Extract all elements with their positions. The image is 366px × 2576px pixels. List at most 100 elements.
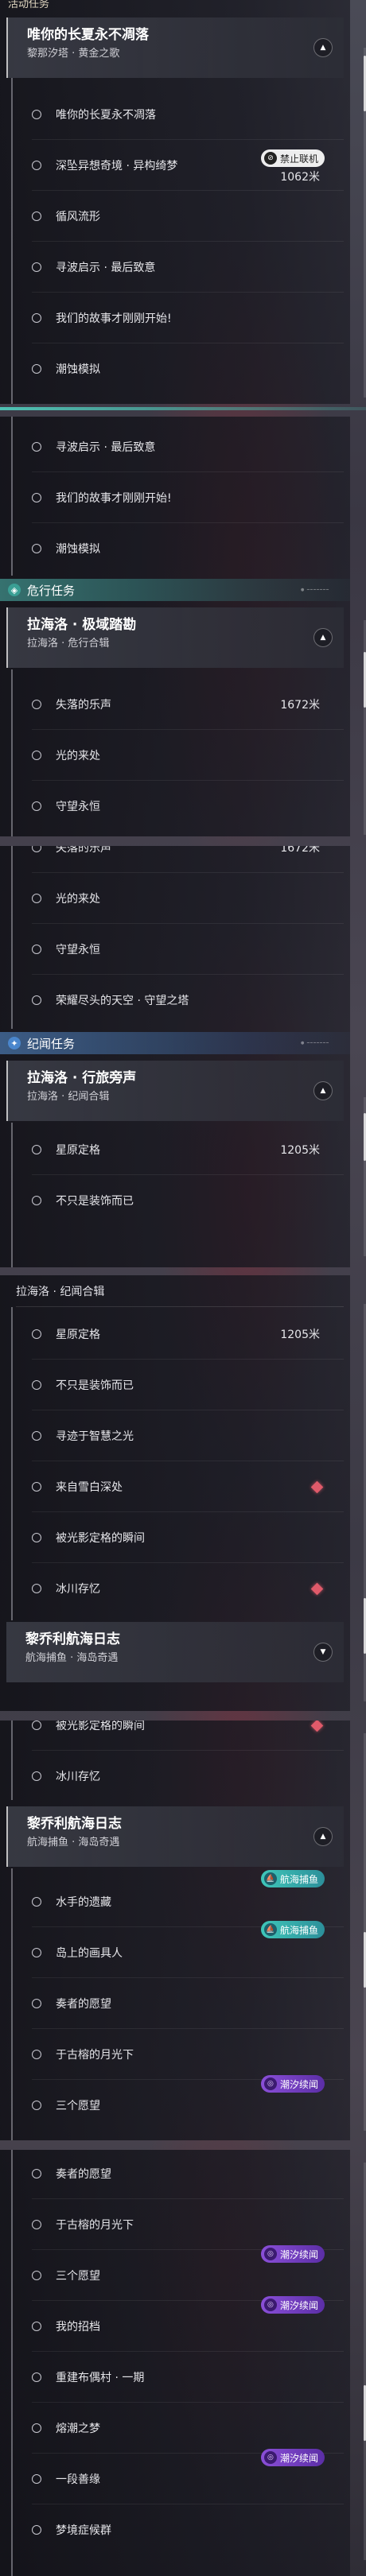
quest-item[interactable]: 潮蚀模拟 (16, 523, 344, 574)
alert-diamond-icon (310, 1582, 324, 1595)
quest-group-header[interactable]: 拉海洛 · 行旅旁声 拉海洛 · 纪闻合辑 ▲ (6, 1061, 344, 1121)
status-ring-icon (32, 1145, 41, 1154)
quest-item[interactable]: 我的招档 ◎ 潮汐续闻 (16, 2296, 344, 2352)
quest-label: 我们的故事才刚刚开始! (56, 492, 172, 505)
quest-item[interactable]: 一段善缘 ◎ 潮汐续闻 (16, 2449, 344, 2504)
quest-item[interactable]: 失落的乐声 1672米 (16, 679, 344, 730)
tree-line (11, 846, 13, 1029)
status-ring-icon (32, 1999, 41, 2008)
quest-group-header[interactable]: 唯你的长夏永不凋落 黎那汐塔 · 黄金之歌 ▲ (6, 17, 344, 78)
quest-group-header[interactable]: 黎乔利航海日志 航海捕鱼 · 海岛奇遇 ▲ (6, 1806, 344, 1867)
quest-item[interactable]: 守望永恒 (16, 924, 344, 975)
collapse-icon[interactable]: ▲ (313, 1827, 333, 1846)
distance: 1062米 (280, 171, 320, 184)
category-deco: ● ━━━━━━━ (300, 588, 329, 592)
quest-label: 三个愿望 (56, 2270, 100, 2283)
quest-item[interactable]: 三个愿望 ◎ 潮汐续闻 (16, 2245, 344, 2301)
quest-item[interactable]: 水手的遗藏 ⛵ 航海捕鱼 (16, 1870, 344, 1927)
status-ring-icon (32, 751, 41, 760)
quest-label: 荣耀尽头的天空 · 守望之塔 (56, 995, 189, 1007)
quest-item[interactable]: 我们的故事才刚刚开始! (16, 472, 344, 523)
quest-group-header[interactable]: 拉海洛 · 极域踏勘 拉海洛 · 危行合辑 ▲ (6, 607, 344, 668)
quest-item[interactable]: 被光影定格的瞬间 (16, 1512, 344, 1563)
quest-item[interactable]: 梦境症候群 (16, 2504, 344, 2555)
status-ring-icon (32, 1196, 41, 1205)
quest-item[interactable]: 于古榕的月光下 (16, 2029, 344, 2080)
quest-label: 守望永恒 (56, 801, 100, 813)
collapse-icon[interactable]: ▲ (313, 628, 333, 647)
quest-label: 光的来处 (56, 750, 100, 762)
quest-item[interactable]: 我们的故事才刚刚开始! (16, 293, 344, 343)
quest-label: 失落的乐声 (56, 846, 111, 855)
tree-line (11, 1307, 13, 1620)
tree-line (11, 78, 13, 404)
quest-item[interactable]: 星原定格 1205米 (16, 1124, 344, 1175)
quest-item[interactable]: 熔潮之梦 (16, 2403, 344, 2454)
quest-item[interactable]: 深坠异想奇境 · 异构绮梦 ⊘ 禁止联机 1062米 (16, 140, 344, 191)
quest-label: 我们的故事才刚刚开始! (56, 312, 172, 325)
quest-item[interactable]: 被光影定格的瞬间 (16, 1721, 344, 1751)
collapse-icon[interactable]: ▲ (313, 1081, 333, 1100)
badge-label: 潮汐续闻 (279, 2299, 318, 2311)
quest-label: 寻波启示 · 最后致意 (56, 262, 156, 274)
quest-item[interactable]: 不只是装饰而已 (16, 1360, 344, 1410)
tree-line (11, 2150, 13, 2576)
tide-story-badge: ◎ 潮汐续闻 (260, 2075, 325, 2093)
category-title: 纪闻任务 (27, 1036, 76, 1051)
category-header-chronicle[interactable]: ✦ 纪闻任务 ● ━━━━━━━ (0, 1032, 350, 1054)
quest-item[interactable]: 唯你的长夏永不凋落 (16, 89, 344, 140)
collapse-icon[interactable]: ▲ (313, 38, 333, 57)
group-subtitle: 拉海洛 · 纪闻合辑 (27, 1091, 110, 1103)
tide-story-badge: ◎ 潮汐续闻 (260, 2449, 325, 2466)
quest-item[interactable]: 潮蚀模拟 (16, 343, 344, 394)
category-header-danger[interactable]: ◈ 危行任务 ● ━━━━━━━ (0, 579, 350, 601)
quest-item[interactable]: 荣耀尽头的天空 · 守望之塔 (16, 975, 344, 1026)
quest-item[interactable]: 光的来处 (16, 873, 344, 924)
category-deco: ● ━━━━━━━ (300, 1041, 329, 1046)
quest-item[interactable]: 冰川存忆 (16, 1563, 344, 1614)
status-ring-icon (32, 442, 41, 452)
quest-item[interactable]: 来自雪白深处 (16, 1461, 344, 1512)
quest-item[interactable]: 寻迹于智慧之光 (16, 1410, 344, 1461)
quest-group-header[interactable]: 黎乔利航海日志 航海捕鱼 · 海岛奇遇 ▼ (6, 1622, 344, 1682)
quest-item[interactable]: 寻波启示 · 最后致意 (16, 242, 344, 293)
tree-line (11, 1868, 13, 2140)
distance: 1205米 (280, 1329, 320, 1341)
chronicle-quest-icon: ✦ (8, 1037, 21, 1049)
quest-label: 光的来处 (56, 893, 100, 906)
tide-story-badge: ◎ 潮汐续闻 (260, 2245, 325, 2263)
quest-item[interactable]: 重建布偶村 · 一期 (16, 2352, 344, 2403)
quest-item[interactable]: 冰川存忆 (16, 1751, 344, 1802)
quest-item[interactable]: 寻波启示 · 最后致意 (16, 421, 344, 472)
quest-item[interactable]: 守望永恒 (16, 781, 344, 832)
group-subtitle: 航海捕鱼 · 海岛奇遇 (27, 1837, 120, 1849)
quest-item[interactable]: 奏者的愿望 (16, 1978, 344, 2029)
expand-icon[interactable]: ▼ (313, 1643, 333, 1662)
quest-label: 梦境症候群 (56, 2524, 111, 2537)
quest-item[interactable]: 岛上的画具人 ⛵ 航海捕鱼 (16, 1921, 344, 1978)
status-ring-icon (32, 1771, 41, 1781)
quest-item[interactable]: 失落的乐声 1672米 (16, 846, 344, 873)
quest-item[interactable]: 光的来处 (16, 730, 344, 781)
quest-item[interactable]: 三个愿望 ◎ 潮汐续闻 (16, 2075, 344, 2131)
quest-label: 潮蚀模拟 (56, 543, 100, 556)
status-ring-icon (32, 945, 41, 954)
quest-label: 循风流形 (56, 211, 100, 223)
group-title: 拉海洛 · 极域踏勘 (27, 617, 137, 633)
status-ring-icon (32, 2169, 41, 2178)
quest-item[interactable]: 不只是装饰而已 (16, 1175, 344, 1226)
status-ring-icon (32, 211, 41, 221)
quest-item[interactable]: 奏者的愿望 (16, 2150, 344, 2199)
quest-item[interactable]: 星原定格 1205米 (16, 1309, 344, 1360)
tree-line (11, 669, 13, 836)
quest-panel-5: 被光影定格的瞬间 冰川存忆 黎乔利航海日志 航海捕鱼 · 海岛奇遇 ▲ 水手的遗… (0, 1721, 350, 2140)
quest-panel-4: 拉海洛 · 纪闻合辑 星原定格 1205米 不只是装饰而已 寻迹于智慧之光 来自雪… (0, 1275, 350, 1711)
badge-label: 潮汐续闻 (279, 2078, 318, 2090)
quest-item[interactable]: 于古榕的月光下 (16, 2199, 344, 2250)
quest-label: 于古榕的月光下 (56, 2049, 134, 2062)
quest-item[interactable]: 循风流形 (16, 191, 344, 242)
status-ring-icon (32, 894, 41, 903)
quest-label: 三个愿望 (56, 2100, 100, 2112)
quest-label: 寻迹于智慧之光 (56, 1430, 134, 1443)
tide-icon: ◎ (263, 2451, 277, 2464)
